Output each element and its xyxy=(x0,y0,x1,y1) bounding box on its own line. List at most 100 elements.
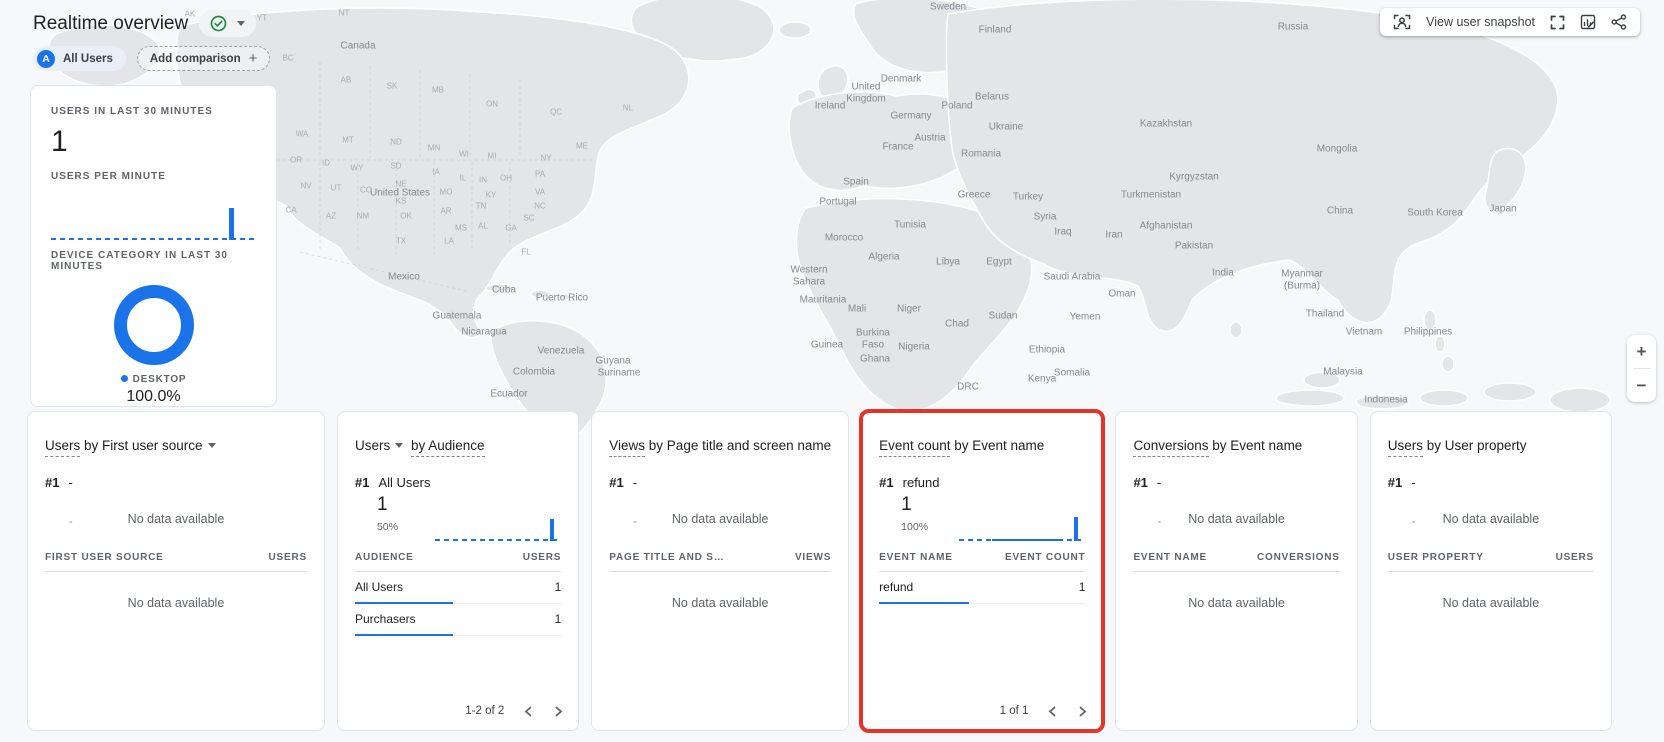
no-data-text: No data available xyxy=(1133,512,1339,526)
metric-selector[interactable]: Views xyxy=(609,438,645,457)
device-donut-chart xyxy=(114,285,194,365)
no-data-text: No data available xyxy=(45,512,307,526)
donut-legend: DESKTOP xyxy=(51,374,256,385)
no-data-body: No data available xyxy=(1133,596,1339,610)
share-icon[interactable] xyxy=(1611,14,1627,30)
card-views-by-page-title: Views by Page title and screen name #1 -… xyxy=(591,411,849,731)
column-metric: VIEWS xyxy=(795,552,831,563)
top-value: - xyxy=(633,475,637,490)
view-user-snapshot-button[interactable]: View user snapshot xyxy=(1426,15,1535,29)
comparison-avatar: A xyxy=(37,50,55,68)
caret-down-icon[interactable] xyxy=(395,443,403,448)
top-value: - xyxy=(68,475,72,490)
metric-selector[interactable]: Event count xyxy=(879,438,950,457)
column-dimension: PAGE TITLE AND S… xyxy=(609,552,724,563)
report-toolbar: View user snapshot xyxy=(1380,8,1640,36)
card-title: Users by First user source xyxy=(45,438,307,453)
top-rank-line: #1 All Users xyxy=(355,475,561,490)
rank-label: #1 xyxy=(45,475,59,490)
column-dimension: EVENT NAME xyxy=(879,552,953,563)
prev-page-icon[interactable] xyxy=(523,706,534,717)
card-stats: - No data available xyxy=(1133,494,1339,552)
top-rank-line: #1 - xyxy=(45,475,307,490)
card-users-by-audience: Users by Audience #1 All Users 1 50% AUD… xyxy=(337,411,579,731)
row-value: 1 xyxy=(555,612,562,626)
table-row: All Users 1 xyxy=(355,572,561,604)
sparkline-chart xyxy=(959,515,1085,541)
card-title: Event count by Event name xyxy=(879,438,1085,453)
fullscreen-icon[interactable] xyxy=(1550,15,1565,30)
metric-selector[interactable]: Users xyxy=(45,438,80,457)
rank-label: #1 xyxy=(879,475,893,490)
row-name: All Users xyxy=(355,580,403,594)
caret-down-icon[interactable] xyxy=(208,443,216,448)
users-per-minute-chart xyxy=(51,206,256,240)
realtime-summary-card: USERS IN LAST 30 MINUTES 1 USERS PER MIN… xyxy=(30,85,277,407)
column-dimension: EVENT NAME xyxy=(1133,552,1207,563)
minute-bar xyxy=(229,208,234,240)
add-comparison-label: Add comparison xyxy=(150,53,241,65)
top-value: All Users xyxy=(378,475,430,490)
column-metric: USERS xyxy=(1556,552,1594,563)
check-circle-icon xyxy=(210,15,227,32)
dimension-label: by Event name xyxy=(954,438,1044,453)
spark-solid-segment xyxy=(992,539,1058,541)
card-stats: 1 50% xyxy=(355,494,561,552)
next-page-icon[interactable] xyxy=(1077,706,1088,717)
spark-bar xyxy=(1074,517,1078,541)
column-dimension: FIRST USER SOURCE xyxy=(45,552,164,563)
row-value: 1 xyxy=(1079,580,1086,594)
card-stats: - No data available xyxy=(609,494,831,552)
users-30min-value: 1 xyxy=(51,125,256,159)
rank-label: #1 xyxy=(355,475,369,490)
row-name: Purchasers xyxy=(355,612,416,626)
table-header: EVENT NAME CONVERSIONS xyxy=(1133,552,1339,572)
users-30min-label: USERS IN LAST 30 MINUTES xyxy=(51,106,256,117)
row-value: 1 xyxy=(555,580,562,594)
dimension-label: by Audience xyxy=(411,438,485,457)
top-value: - xyxy=(1157,475,1161,490)
add-comparison-button[interactable]: Add comparison + xyxy=(137,46,271,71)
user-snapshot-icon xyxy=(1393,14,1411,30)
customize-report-icon[interactable] xyxy=(1580,14,1596,30)
card-users-by-user-property: Users by User property #1 - - No data av… xyxy=(1370,411,1612,731)
legend-dot-icon xyxy=(121,375,128,382)
dimension-label: by First user source xyxy=(84,438,203,453)
all-users-chip[interactable]: A All Users xyxy=(33,46,126,71)
top-rank-line: #1 - xyxy=(1388,475,1594,490)
report-status-dropdown[interactable] xyxy=(199,10,256,37)
sparkline-chart xyxy=(435,515,561,541)
table-header: PAGE TITLE AND S… VIEWS xyxy=(609,552,831,572)
big-number: 1 xyxy=(901,494,912,516)
card-title: Views by Page title and screen name xyxy=(609,438,831,453)
row-name: refund xyxy=(879,580,913,594)
comparison-bar: A All Users Add comparison + xyxy=(33,46,270,71)
card-stats: 1 100% xyxy=(879,494,1085,552)
rank-label: #1 xyxy=(609,475,623,490)
column-metric: USERS xyxy=(269,552,307,563)
row-bar xyxy=(879,602,969,604)
minute-baseline xyxy=(51,238,256,240)
card-users-by-first-user-source: Users by First user source #1 - - No dat… xyxy=(27,411,325,731)
percent-label: 100% xyxy=(901,521,928,533)
table-row: refund 1 xyxy=(879,572,1085,604)
pagination: 1 of 1 xyxy=(1000,705,1089,717)
metric-selector[interactable]: Conversions xyxy=(1133,438,1208,457)
prev-page-icon[interactable] xyxy=(1047,706,1058,717)
rank-label: #1 xyxy=(1133,475,1147,490)
zoom-out-button[interactable]: − xyxy=(1627,369,1656,402)
card-conversions-by-event-name: Conversions by Event name #1 - - No data… xyxy=(1115,411,1357,731)
table-row: Purchasers 1 xyxy=(355,604,561,636)
next-page-icon[interactable] xyxy=(553,706,564,717)
pagination: 1-2 of 2 xyxy=(465,705,564,717)
dimension-label: by Page title and screen name xyxy=(649,438,831,453)
card-stats: - No data available xyxy=(1388,494,1594,552)
card-event-count-by-event-name: Event count by Event name #1 refund 1 10… xyxy=(861,411,1103,731)
table-header: FIRST USER SOURCE USERS xyxy=(45,552,307,572)
metric-selector[interactable]: Users xyxy=(355,438,390,453)
column-dimension: USER PROPERTY xyxy=(1388,552,1484,563)
top-value: refund xyxy=(903,475,940,490)
zoom-in-button[interactable]: + xyxy=(1627,335,1656,368)
card-title: Conversions by Event name xyxy=(1133,438,1339,453)
metric-selector[interactable]: Users xyxy=(1388,438,1423,457)
